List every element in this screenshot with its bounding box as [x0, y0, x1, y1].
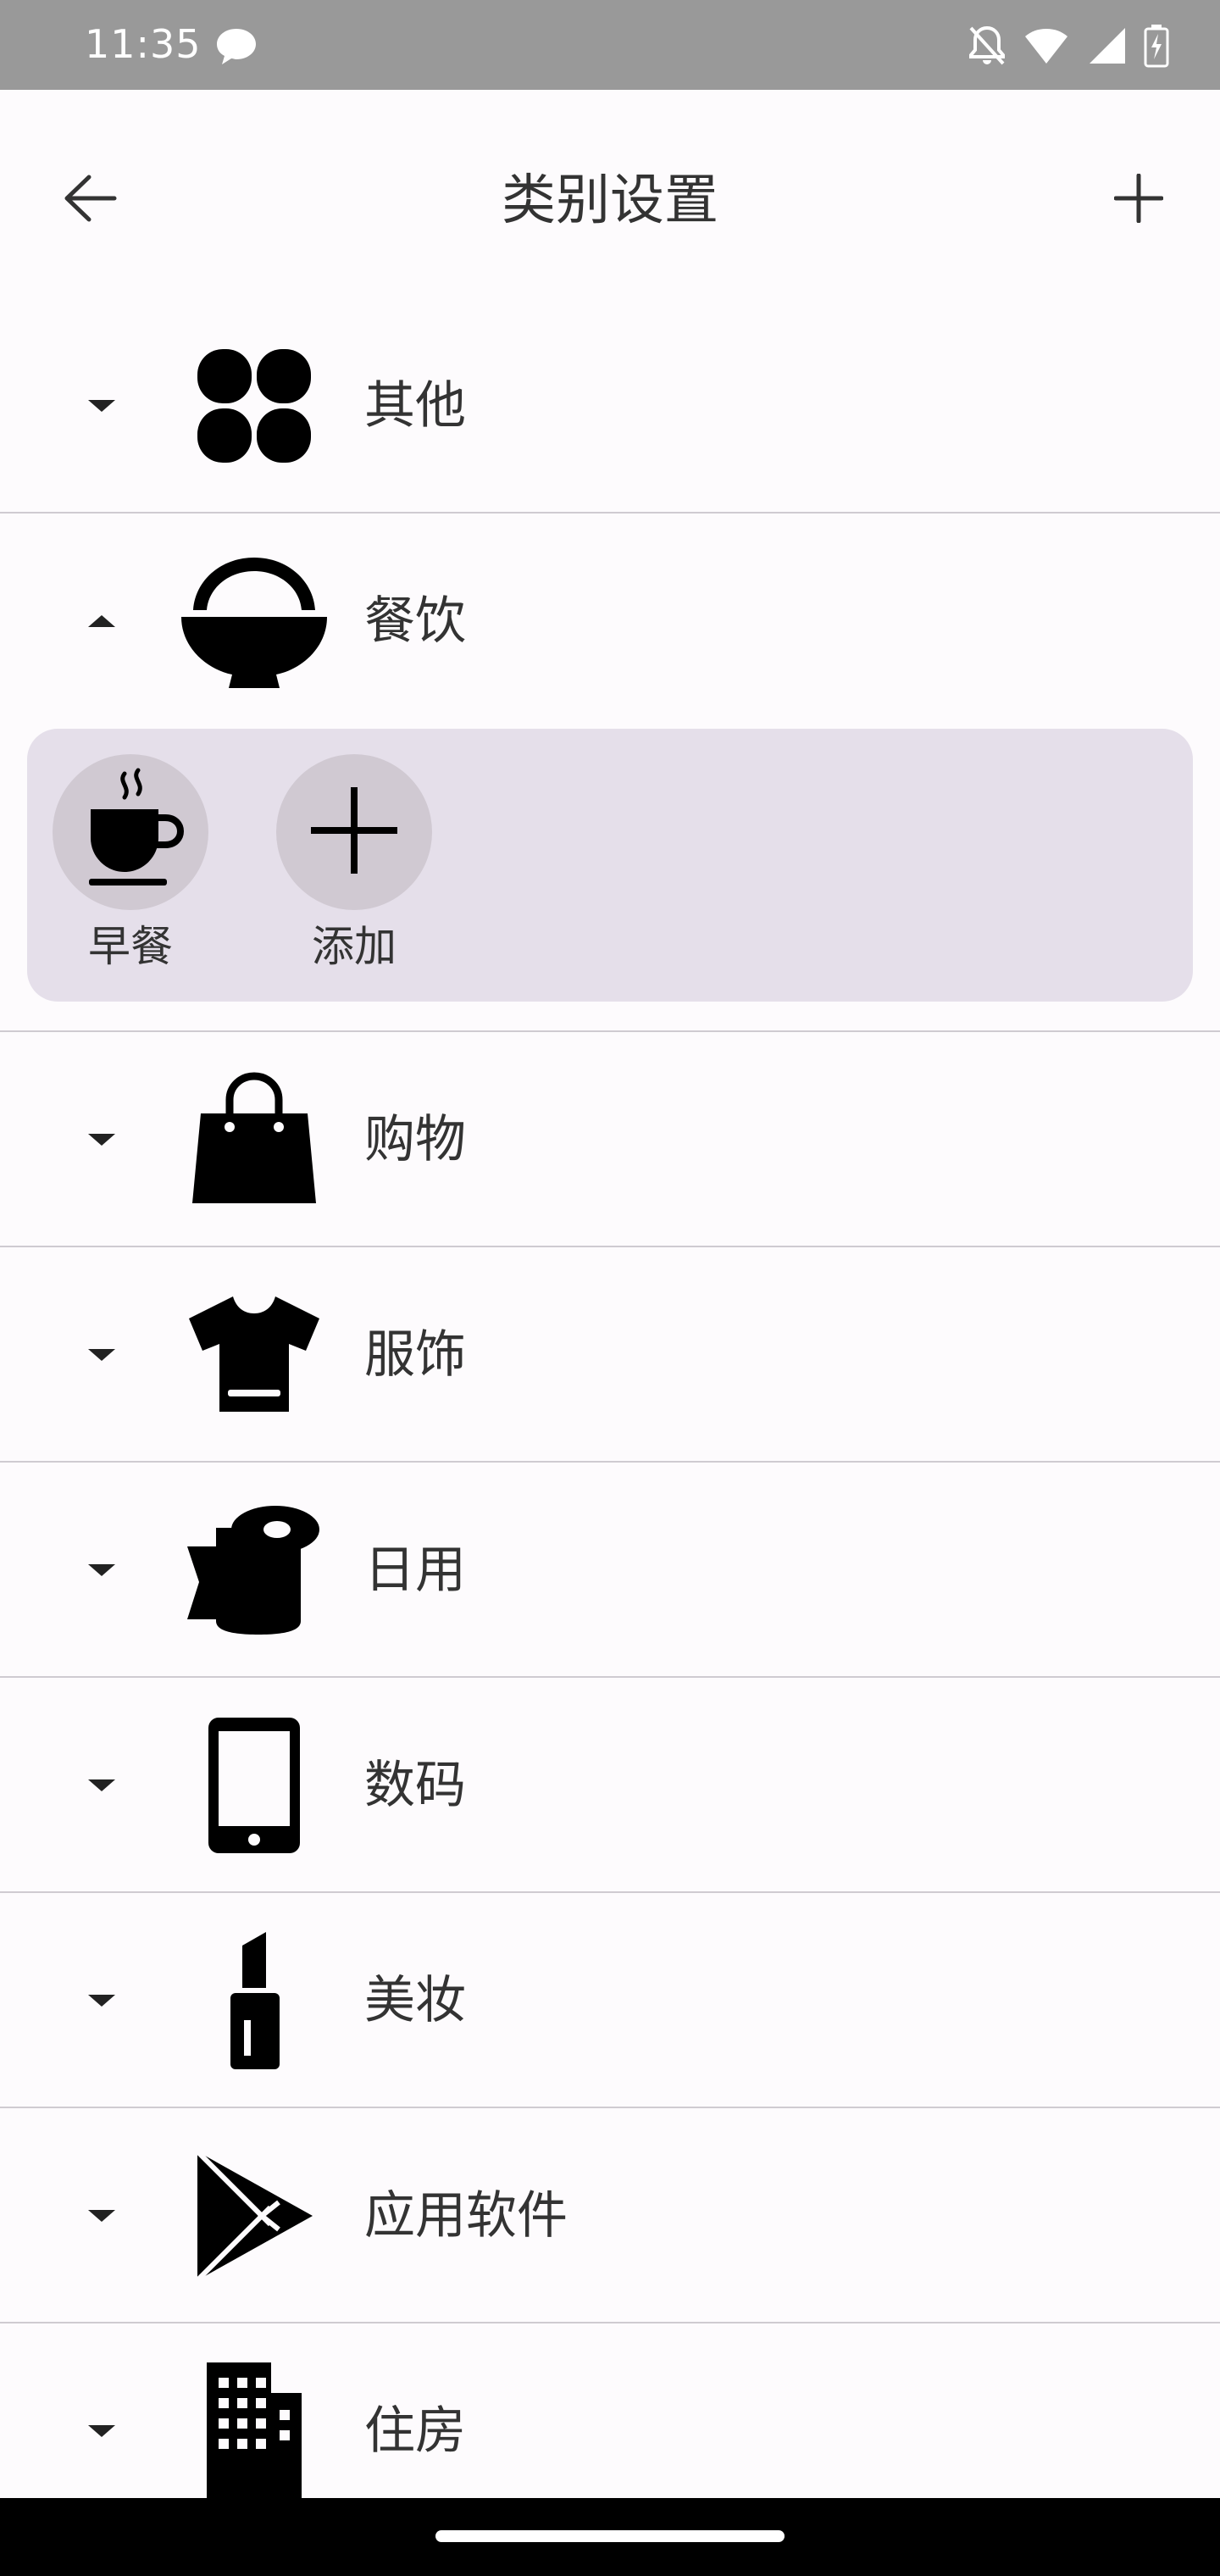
subcategory-add-button[interactable]: 添加 — [276, 754, 432, 983]
category-label: 应用软件 — [364, 2186, 568, 2246]
chevron-down-icon[interactable] — [81, 1768, 122, 1802]
category-row-daily-use[interactable]: 日用 — [0, 1463, 1220, 1678]
building-icon — [178, 2355, 330, 2507]
coffee-cup-icon — [75, 767, 186, 897]
subcategory-icon-circle — [276, 754, 432, 910]
chevron-down-icon[interactable] — [81, 2199, 122, 2233]
category-label: 数码 — [364, 1756, 466, 1815]
battery-charging-icon — [1144, 24, 1169, 68]
chevron-down-icon[interactable] — [81, 1123, 122, 1157]
chevron-down-icon[interactable] — [81, 1553, 122, 1587]
bell-off-icon — [968, 25, 1006, 67]
subcategory-panel: 早餐 添加 — [27, 729, 1193, 1002]
category-label: 购物 — [364, 1110, 466, 1169]
category-label: 住房 — [364, 2401, 466, 2461]
navigation-bar — [0, 2498, 1220, 2576]
category-row-apps[interactable]: 应用软件 — [0, 2108, 1220, 2323]
chevron-down-icon[interactable] — [81, 1338, 122, 1372]
play-store-icon — [178, 2140, 330, 2292]
category-row-beauty[interactable]: 美妆 — [0, 1893, 1220, 2108]
message-icon — [214, 25, 259, 68]
chevron-down-icon[interactable] — [81, 389, 122, 423]
page-title: 类别设置 — [502, 169, 718, 232]
status-bar: 11:35 — [0, 0, 1220, 90]
rice-bowl-icon — [178, 545, 330, 697]
tissue-roll-icon — [178, 1494, 330, 1646]
subcategory-label: 早餐 — [88, 922, 173, 971]
category-label: 其他 — [364, 376, 466, 436]
plus-icon — [308, 784, 401, 880]
subcategory-label: 添加 — [312, 922, 396, 971]
plus-icon — [1113, 173, 1164, 226]
add-category-button[interactable] — [1096, 158, 1181, 242]
lipstick-icon — [178, 1924, 330, 2077]
chevron-down-icon[interactable] — [81, 1984, 122, 2018]
category-row-shopping[interactable]: 购物 — [0, 1032, 1220, 1247]
category-row-clothing[interactable]: 服饰 — [0, 1247, 1220, 1463]
category-row-other[interactable]: 其他 — [0, 298, 1220, 514]
clover-icon — [178, 330, 330, 482]
status-time: 11:35 — [85, 21, 202, 67]
category-label: 餐饮 — [364, 591, 466, 651]
signal-icon — [1086, 26, 1127, 65]
subcategory-breakfast[interactable]: 早餐 — [53, 754, 208, 983]
category-label: 美妆 — [364, 1971, 466, 2030]
app-bar: 类别设置 — [0, 90, 1220, 305]
category-row-dining[interactable]: 餐饮 — [0, 514, 1220, 725]
category-label: 日用 — [364, 1541, 466, 1600]
category-row-digital[interactable]: 数码 — [0, 1678, 1220, 1893]
home-gesture-handle[interactable] — [435, 2530, 785, 2542]
chevron-down-icon[interactable] — [81, 2414, 122, 2448]
smartphone-icon — [178, 1709, 330, 1862]
category-label: 服饰 — [364, 1325, 466, 1385]
wifi-icon — [1023, 26, 1069, 65]
t-shirt-icon — [178, 1279, 330, 1431]
chevron-up-icon[interactable] — [81, 604, 122, 638]
status-icons — [968, 20, 1169, 71]
shopping-bag-icon — [178, 1063, 330, 1216]
subcategory-icon-circle — [53, 754, 208, 910]
